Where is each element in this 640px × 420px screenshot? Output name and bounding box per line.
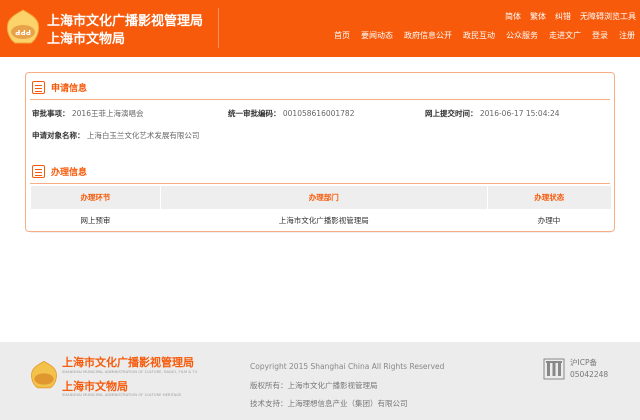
processing-section-title: 办理信息 [51, 168, 88, 178]
link-simplified[interactable]: 简体 [505, 11, 521, 22]
footer-subtitle-line1: SHANGHAI MUNICIPAL ADMINISTRATION OF CUL… [62, 370, 198, 374]
section-divider [30, 99, 610, 100]
processing-section-header: 办理信息 [32, 165, 87, 178]
site-footer: 上海市文化广播影视管理局 SHANGHAI MUNICIPAL ADMINIST… [0, 342, 640, 420]
cell-department: 上海市文化广播影视管理局 [160, 209, 488, 233]
applicant-value: 上海白玉兰文化艺术发展有限公司 [86, 131, 200, 140]
icp-badge-icon[interactable] [543, 358, 565, 380]
col-department: 办理部门 [159, 186, 488, 209]
nav-public-service[interactable]: 公众服务 [506, 30, 538, 41]
footer-subtitle-line2: SHANGHAI MUNICIPAL ADMINISTRATION OF CUL… [62, 393, 182, 397]
nav-gov-info[interactable]: 政府信息公开 [404, 30, 452, 41]
cell-status: 办理中 [487, 209, 611, 233]
link-accessibility[interactable]: 无障碍浏览工具 [580, 11, 636, 22]
col-status: 办理状态 [486, 186, 611, 209]
link-report-error[interactable]: 纠错 [555, 11, 571, 22]
nav-news[interactable]: 要闻动态 [361, 30, 393, 41]
footer-copyright: Copyright 2015 Shanghai China All Rights… [250, 362, 445, 371]
col-stage: 办理环节 [30, 186, 161, 209]
list-icon [32, 81, 45, 94]
nav-interaction[interactable]: 政民互动 [463, 30, 495, 41]
table-row: 网上预审 上海市文化广播影视管理局 办理中 [30, 209, 611, 233]
header-title-line1: 上海市文化广播影视管理局 [47, 14, 204, 29]
approval-code-value: 001058616001782 [282, 109, 355, 118]
header-title-line2: 上海市文物局 [47, 32, 126, 47]
approval-item-field: 审批事项： 2016王菲上海演唱会 [32, 107, 143, 120]
section-divider [30, 183, 610, 184]
utility-links: 简体 繁体 纠错 无障碍浏览工具 [505, 11, 636, 22]
svg-text:ԀԀԀ: ԀԀԀ [15, 29, 31, 37]
submit-time-value: 2016-06-17 15:04:24 [479, 109, 560, 118]
application-detail-panel: 申请信息 审批事项： 2016王菲上海演唱会 统一审批编码： 001058616… [25, 72, 615, 233]
bureau-logo-icon[interactable]: ԀԀԀ [3, 7, 43, 47]
nav-about[interactable]: 走进文广 [549, 30, 581, 41]
nav-register[interactable]: 注册 [619, 30, 635, 41]
footer-logo-icon [31, 360, 57, 389]
approval-code-field: 统一审批编码： 001058616001782 [228, 107, 354, 120]
application-section-title: 申请信息 [51, 84, 88, 94]
icp-line2: 05042248 [570, 370, 609, 379]
approval-code-label: 统一审批编码： [228, 109, 281, 118]
cell-stage: 网上预审 [30, 209, 161, 233]
list-icon [32, 165, 45, 178]
footer-title-line2: 上海市文物局 [62, 380, 128, 393]
footer-owner: 版权所有：上海市文化广播影视管理局 [250, 381, 378, 390]
nav-login[interactable]: 登录 [592, 30, 608, 41]
footer-support: 技术支持：上海理想信息产业（集团）有限公司 [250, 399, 408, 408]
header-divider [218, 8, 219, 48]
applicant-field: 申请对象名称： 上海白玉兰文化艺术发展有限公司 [32, 129, 232, 142]
link-traditional[interactable]: 繁体 [530, 11, 546, 22]
footer-title-line1: 上海市文化广播影视管理局 [62, 356, 194, 369]
table-header-row: 办理环节 办理部门 办理状态 [30, 186, 611, 209]
application-section-header: 申请信息 [32, 81, 87, 94]
icp-number[interactable]: 沪ICP备 05042248 [570, 357, 608, 381]
applicant-label: 申请对象名称： [32, 131, 85, 140]
approval-item-label: 审批事项： [32, 109, 70, 118]
icp-line1: 沪ICP备 [570, 358, 597, 367]
site-header: ԀԀԀ 上海市文化广播影视管理局 上海市文物局 简体 繁体 纠错 无障碍浏览工具… [0, 0, 640, 57]
processing-table: 办理环节 办理部门 办理状态 网上预审 上海市文化广播影视管理局 办理中 [30, 186, 611, 233]
submit-time-field: 网上提交时间： 2016-06-17 15:04:24 [425, 107, 560, 120]
main-nav: 首页 要闻动态 政府信息公开 政民互动 公众服务 走进文广 登录 注册 [334, 30, 635, 41]
nav-home[interactable]: 首页 [334, 30, 350, 41]
submit-time-label: 网上提交时间： [425, 109, 478, 118]
approval-item-value: 2016王菲上海演唱会 [71, 109, 144, 118]
